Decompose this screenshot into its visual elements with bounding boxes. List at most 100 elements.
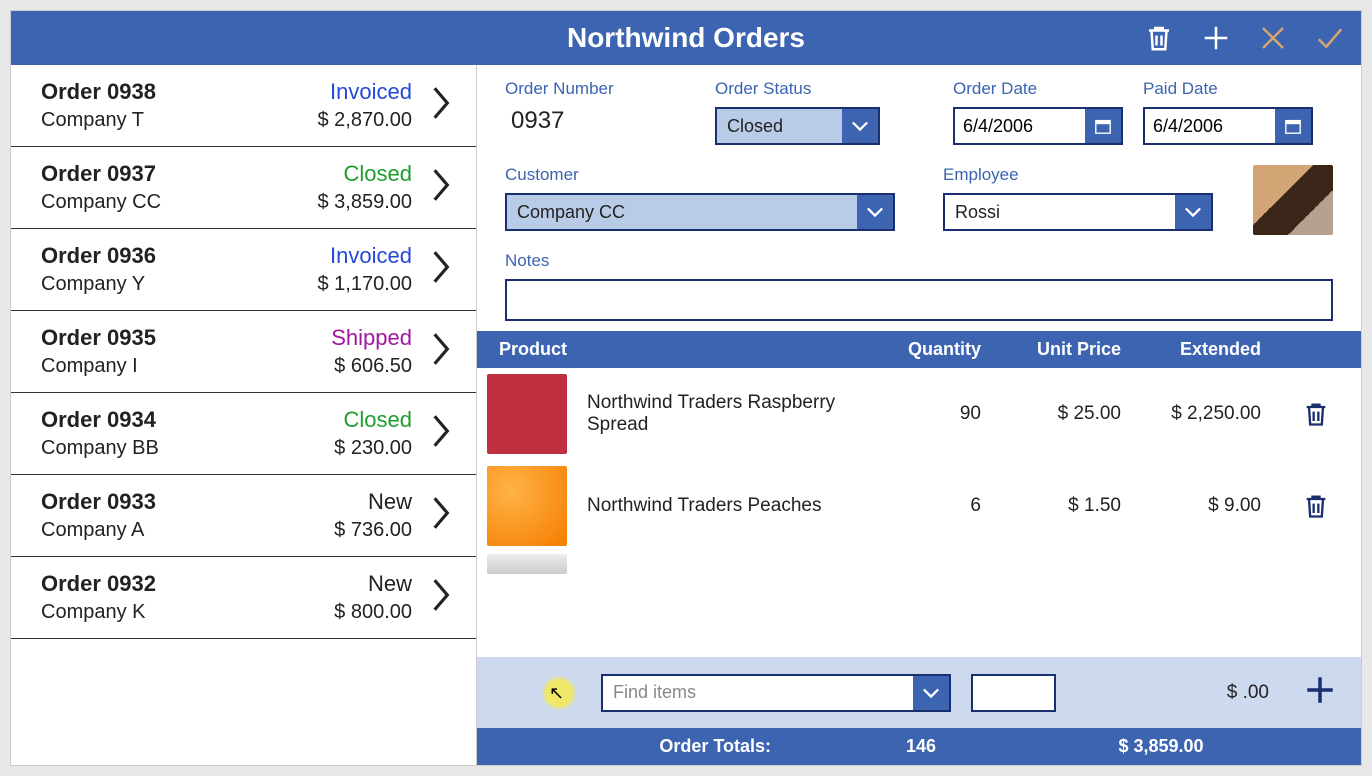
add-item-price: $ .00 bbox=[1227, 682, 1269, 704]
order-id: Order 0937 bbox=[41, 161, 305, 187]
order-id: Order 0934 bbox=[41, 407, 322, 433]
notes-label: Notes bbox=[505, 251, 1333, 271]
delete-line-button[interactable] bbox=[1281, 399, 1351, 429]
customer-label: Customer bbox=[505, 165, 925, 185]
order-amount: $ 736.00 bbox=[334, 519, 412, 542]
paid-date-label: Paid Date bbox=[1143, 79, 1333, 99]
order-amount: $ 1,170.00 bbox=[317, 273, 412, 296]
line-qty: 6 bbox=[861, 495, 1001, 517]
chevron-down-icon[interactable] bbox=[913, 676, 949, 710]
paid-date-value: 6/4/2006 bbox=[1145, 109, 1275, 143]
line-unit-price: $ 1.50 bbox=[1001, 495, 1141, 517]
line-items-header: Product Quantity Unit Price Extended bbox=[477, 331, 1361, 368]
order-amount: $ 2,870.00 bbox=[317, 109, 412, 132]
order-number-value: 0937 bbox=[505, 107, 715, 135]
employee-label: Employee bbox=[943, 165, 1233, 185]
order-number-label: Order Number bbox=[505, 79, 715, 99]
order-status: Closed bbox=[334, 407, 412, 433]
line-unit-price: $ 25.00 bbox=[1001, 403, 1141, 425]
chevron-right-icon bbox=[430, 84, 452, 127]
order-amount: $ 230.00 bbox=[334, 437, 412, 460]
delete-icon[interactable] bbox=[1143, 22, 1175, 54]
add-item-bar: ↖ Find items $ .00 bbox=[477, 657, 1361, 728]
col-unit-price: Unit Price bbox=[1001, 339, 1141, 360]
order-amount: $ 606.50 bbox=[331, 355, 412, 378]
notes-input[interactable] bbox=[505, 279, 1333, 321]
orders-sidebar: Order 0938 Invoiced Company T $ 2,870.00… bbox=[11, 65, 477, 765]
line-item-row bbox=[477, 552, 1361, 576]
chevron-right-icon bbox=[430, 166, 452, 209]
find-items-placeholder: Find items bbox=[603, 676, 913, 710]
order-status: New bbox=[334, 489, 412, 515]
calendar-icon[interactable] bbox=[1085, 109, 1121, 143]
employee-select[interactable]: Rossi bbox=[943, 193, 1213, 231]
add-icon[interactable] bbox=[1200, 22, 1232, 54]
confirm-icon[interactable] bbox=[1314, 22, 1346, 54]
totals-qty: 146 bbox=[801, 736, 1041, 757]
col-quantity: Quantity bbox=[861, 339, 1001, 360]
order-list-item[interactable]: Order 0936 Invoiced Company Y $ 1,170.00 bbox=[11, 229, 476, 311]
chevron-down-icon[interactable] bbox=[1175, 195, 1211, 229]
customer-select[interactable]: Company CC bbox=[505, 193, 895, 231]
chevron-right-icon bbox=[430, 330, 452, 373]
order-list-item[interactable]: Order 0937 Closed Company CC $ 3,859.00 bbox=[11, 147, 476, 229]
order-id: Order 0938 bbox=[41, 79, 305, 105]
order-list-item[interactable]: Order 0938 Invoiced Company T $ 2,870.00 bbox=[11, 65, 476, 147]
order-status: Invoiced bbox=[317, 243, 412, 269]
line-extended: $ 2,250.00 bbox=[1141, 403, 1281, 425]
product-image bbox=[487, 554, 567, 574]
order-list-item[interactable]: Order 0933 New Company A $ 736.00 bbox=[11, 475, 476, 557]
order-date-label: Order Date bbox=[953, 79, 1143, 99]
order-company: Company Y bbox=[41, 273, 305, 296]
add-qty-input[interactable] bbox=[971, 674, 1056, 712]
line-qty: 90 bbox=[861, 403, 1001, 425]
order-company: Company BB bbox=[41, 437, 322, 460]
cancel-icon[interactable] bbox=[1257, 22, 1289, 54]
chevron-right-icon bbox=[430, 248, 452, 291]
totals-bar: Order Totals: 146 $ 3,859.00 bbox=[477, 728, 1361, 765]
chevron-down-icon[interactable] bbox=[842, 109, 878, 143]
line-item-row: Northwind Traders Raspberry Spread 90 $ … bbox=[477, 368, 1361, 460]
cursor-highlight bbox=[541, 675, 577, 711]
order-list-item[interactable]: Order 0935 Shipped Company I $ 606.50 bbox=[11, 311, 476, 393]
order-detail: Order Number 0937 Order Status Closed Or… bbox=[477, 65, 1361, 765]
chevron-right-icon bbox=[430, 576, 452, 619]
title-bar: Northwind Orders bbox=[11, 11, 1361, 65]
order-list-item[interactable]: Order 0934 Closed Company BB $ 230.00 bbox=[11, 393, 476, 475]
order-company: Company I bbox=[41, 355, 319, 378]
line-item-row: Northwind Traders Peaches 6 $ 1.50 $ 9.0… bbox=[477, 460, 1361, 552]
chevron-down-icon[interactable] bbox=[857, 195, 893, 229]
calendar-icon[interactable] bbox=[1275, 109, 1311, 143]
customer-value: Company CC bbox=[507, 195, 857, 229]
add-item-button[interactable] bbox=[1303, 673, 1337, 712]
col-product: Product bbox=[487, 339, 861, 360]
chevron-right-icon bbox=[430, 494, 452, 537]
delete-line-button[interactable] bbox=[1281, 491, 1351, 521]
product-image bbox=[487, 374, 567, 454]
order-status-value: Closed bbox=[717, 109, 842, 143]
employee-avatar bbox=[1253, 165, 1333, 235]
order-id: Order 0935 bbox=[41, 325, 319, 351]
find-items-select[interactable]: Find items bbox=[601, 674, 951, 712]
line-items-list: Northwind Traders Raspberry Spread 90 $ … bbox=[477, 368, 1361, 657]
product-name: Northwind Traders Peaches bbox=[587, 495, 861, 517]
order-id: Order 0933 bbox=[41, 489, 322, 515]
order-status-select[interactable]: Closed bbox=[715, 107, 880, 145]
order-id: Order 0936 bbox=[41, 243, 305, 269]
order-status-label: Order Status bbox=[715, 79, 915, 99]
order-status: Closed bbox=[317, 161, 412, 187]
order-company: Company A bbox=[41, 519, 322, 542]
order-status: Shipped bbox=[331, 325, 412, 351]
line-extended: $ 9.00 bbox=[1141, 495, 1281, 517]
order-list-item[interactable]: Order 0932 New Company K $ 800.00 bbox=[11, 557, 476, 639]
product-image bbox=[487, 466, 567, 546]
paid-date-input[interactable]: 6/4/2006 bbox=[1143, 107, 1313, 145]
order-status: New bbox=[334, 571, 412, 597]
order-company: Company T bbox=[41, 109, 305, 132]
totals-label: Order Totals: bbox=[487, 736, 801, 757]
order-date-input[interactable]: 6/4/2006 bbox=[953, 107, 1123, 145]
chevron-right-icon bbox=[430, 412, 452, 455]
col-extended: Extended bbox=[1141, 339, 1281, 360]
employee-value: Rossi bbox=[945, 195, 1175, 229]
product-name: Northwind Traders Raspberry Spread bbox=[587, 392, 861, 436]
